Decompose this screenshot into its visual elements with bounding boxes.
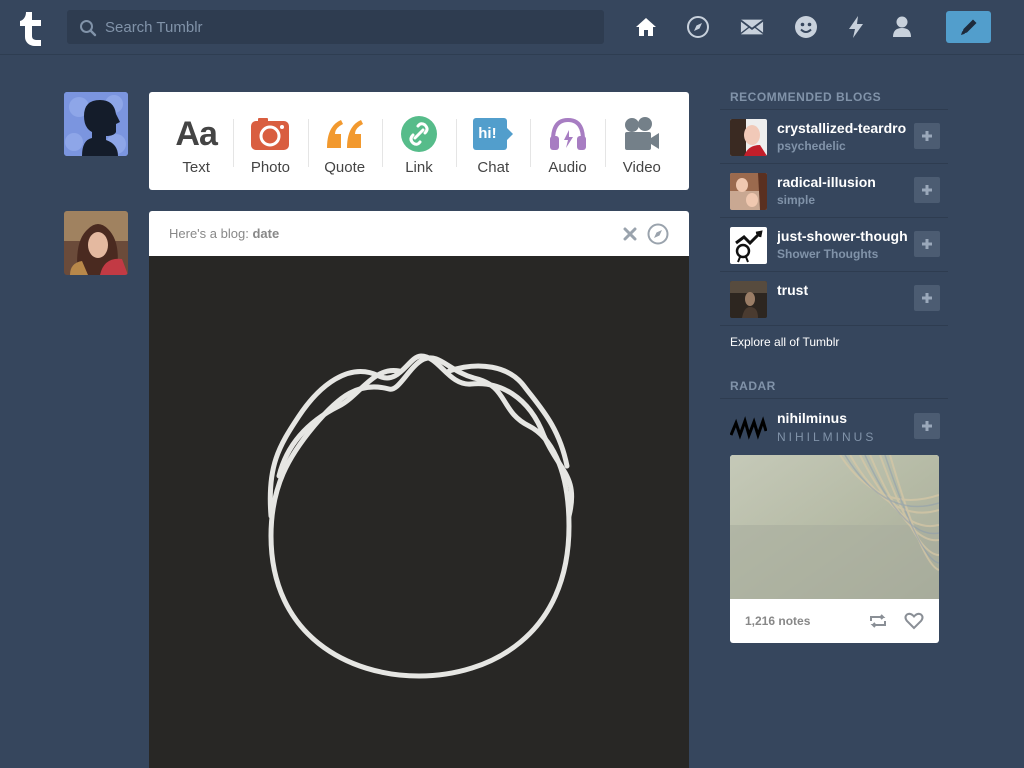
post-type-label: Audio bbox=[548, 159, 587, 176]
post-type-label: Photo bbox=[250, 159, 291, 176]
post-type-quote[interactable]: Quote bbox=[307, 101, 382, 181]
post-type-label: Chat bbox=[477, 159, 510, 176]
post-type-chat[interactable]: hi! Chat bbox=[456, 101, 530, 181]
my-avatar[interactable] bbox=[64, 92, 128, 156]
like-icon[interactable] bbox=[904, 612, 924, 630]
plus-icon bbox=[922, 185, 932, 195]
radar-post-image[interactable] bbox=[730, 455, 939, 599]
recommended-blog-row[interactable]: crystallized-teardrops psychedelic bbox=[720, 110, 948, 164]
quote-icon bbox=[326, 120, 363, 148]
post-type-audio[interactable]: Audio bbox=[530, 101, 604, 181]
radar-title: RADAR bbox=[730, 379, 776, 393]
plus-icon bbox=[922, 421, 932, 431]
post-type-bar: Aa Text Photo Quote Link hi! Chat Audio … bbox=[149, 92, 689, 190]
post-author-avatar[interactable] bbox=[64, 211, 128, 275]
blog-title: psychedelic bbox=[777, 139, 846, 153]
text-icon: Aa bbox=[175, 114, 217, 153]
chat-icon-text: hi! bbox=[478, 125, 497, 142]
explore-all-link[interactable]: Explore all of Tumblr bbox=[730, 335, 839, 349]
radar-post-footer: 1,216 notes bbox=[730, 599, 939, 643]
activity-icon[interactable] bbox=[844, 14, 868, 40]
post-type-label: Quote bbox=[324, 159, 366, 176]
messaging-icon[interactable] bbox=[794, 14, 818, 40]
radar-blog-row[interactable]: nihilminus NIHILMINUS bbox=[720, 400, 948, 454]
home-icon[interactable] bbox=[634, 14, 658, 40]
post-type-video[interactable]: Video bbox=[604, 101, 679, 181]
recommended-blog-row[interactable]: trust bbox=[720, 272, 948, 326]
post-type-text[interactable]: Aa Text bbox=[159, 101, 233, 181]
recommended-blog-row[interactable]: just-shower-thoughts Shower Thoughts bbox=[720, 218, 948, 272]
search-input[interactable] bbox=[105, 10, 585, 44]
post-type-label: Video bbox=[622, 159, 661, 176]
follow-button[interactable] bbox=[914, 231, 940, 257]
plus-icon bbox=[922, 131, 932, 141]
blog-name[interactable]: just-shower-thoughts bbox=[777, 228, 907, 244]
video-icon bbox=[624, 117, 659, 150]
follow-button[interactable] bbox=[914, 123, 940, 149]
post-type-label: Link bbox=[405, 159, 433, 176]
post-image[interactable] bbox=[149, 256, 689, 768]
radar-blog-title: NIHILMINUS bbox=[777, 430, 877, 444]
post-card: Here's a blog: date bbox=[149, 211, 689, 768]
account-icon[interactable] bbox=[890, 14, 914, 40]
follow-button[interactable] bbox=[914, 285, 940, 311]
audio-icon bbox=[549, 117, 586, 150]
follow-button[interactable] bbox=[914, 177, 940, 203]
blog-name[interactable]: radical-illusion bbox=[777, 174, 907, 190]
photo-icon bbox=[251, 118, 290, 150]
radar-blog-name[interactable]: nihilminus bbox=[777, 410, 907, 426]
reblog-icon[interactable] bbox=[868, 612, 888, 630]
post-header-prefix: Here's a blog: bbox=[169, 226, 249, 241]
blog-title: simple bbox=[777, 193, 816, 207]
post-blog-name[interactable]: date bbox=[252, 226, 279, 241]
plus-icon bbox=[922, 293, 932, 303]
follow-button[interactable] bbox=[914, 413, 940, 439]
blog-avatar[interactable] bbox=[730, 119, 767, 156]
divider bbox=[720, 398, 948, 399]
notes-count[interactable]: 1,216 notes bbox=[745, 614, 868, 628]
search-bar[interactable] bbox=[67, 10, 604, 44]
radar-post-card: 1,216 notes bbox=[730, 455, 939, 643]
top-bar bbox=[0, 0, 1024, 55]
recommended-blogs-title: RECOMMENDED BLOGS bbox=[730, 90, 882, 104]
post-type-photo[interactable]: Photo bbox=[233, 101, 307, 181]
post-header: Here's a blog: date bbox=[149, 211, 689, 256]
inbox-icon[interactable] bbox=[740, 14, 764, 40]
blog-avatar[interactable] bbox=[730, 227, 767, 264]
tumblr-logo[interactable] bbox=[16, 8, 50, 48]
recommended-blog-row[interactable]: radical-illusion simple bbox=[720, 164, 948, 218]
search-icon bbox=[80, 20, 97, 37]
compass-icon[interactable] bbox=[647, 223, 669, 245]
close-icon[interactable] bbox=[623, 227, 637, 241]
link-icon bbox=[400, 116, 437, 152]
blog-avatar[interactable] bbox=[730, 281, 767, 318]
blog-title: Shower Thoughts bbox=[777, 247, 879, 261]
radar-blog-avatar[interactable] bbox=[730, 409, 767, 446]
compose-button[interactable] bbox=[946, 11, 991, 43]
blog-name[interactable]: crystallized-teardrops bbox=[777, 120, 907, 136]
blog-name[interactable]: trust bbox=[777, 282, 907, 298]
explore-icon[interactable] bbox=[686, 14, 710, 40]
post-type-label: Text bbox=[182, 159, 210, 176]
pencil-icon bbox=[960, 19, 976, 35]
post-type-link[interactable]: Link bbox=[381, 101, 456, 181]
plus-icon bbox=[922, 239, 932, 249]
blog-avatar[interactable] bbox=[730, 173, 767, 210]
